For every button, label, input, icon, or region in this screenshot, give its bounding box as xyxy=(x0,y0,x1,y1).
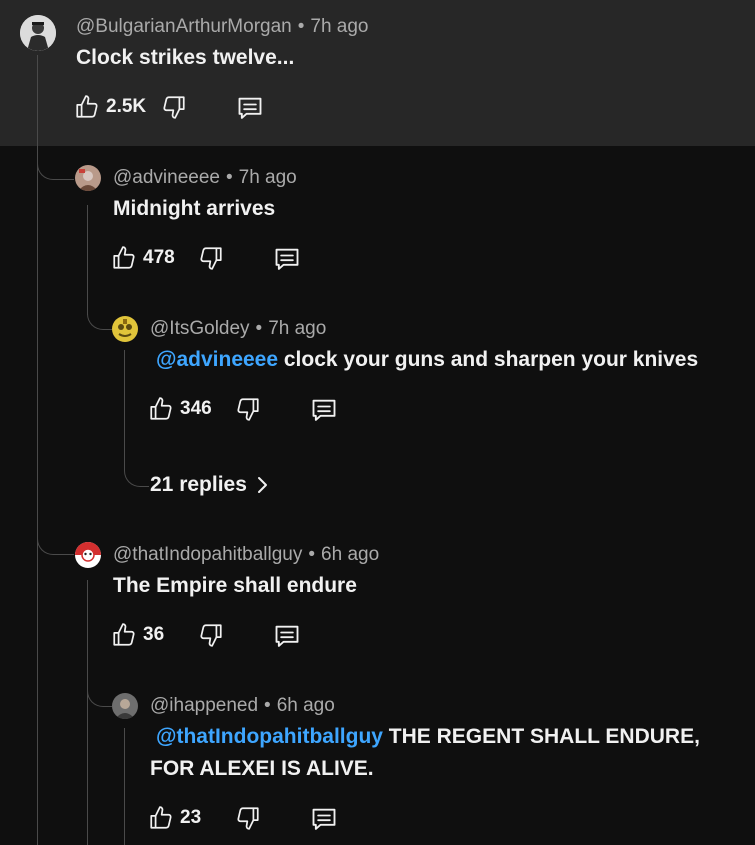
dislike-button[interactable] xyxy=(161,94,187,120)
thread-curve xyxy=(87,682,112,707)
author-handle[interactable]: @ihappened xyxy=(150,695,258,716)
thumbs-down-icon xyxy=(237,807,259,830)
thumbs-down-icon xyxy=(163,96,185,119)
reply-icon xyxy=(312,399,336,421)
thumbs-up-icon xyxy=(150,806,172,829)
thumbs-up-icon xyxy=(113,623,135,646)
thread-line-level3 xyxy=(124,728,125,845)
avatar[interactable] xyxy=(20,15,56,51)
comment-meta: @advineeee • 7h ago xyxy=(113,167,297,189)
dislike-button[interactable] xyxy=(235,396,261,422)
timestamp: 6h ago xyxy=(276,695,335,716)
mention-link[interactable]: @advineeee xyxy=(156,348,278,371)
reply-button[interactable] xyxy=(273,622,301,650)
reply-button[interactable] xyxy=(310,805,338,833)
mention-link[interactable]: @thatIndopahitballguy xyxy=(156,725,383,748)
like-button[interactable]: 23 xyxy=(148,805,201,831)
comment-body: clock your guns and sharpen your knives xyxy=(278,348,699,371)
like-button[interactable]: 478 xyxy=(111,245,175,271)
separator-dot: • xyxy=(308,544,316,565)
comment-meta: @ihappened • 6h ago xyxy=(150,695,335,717)
comment-meta: @ItsGoldey • 7h ago xyxy=(150,318,326,340)
dislike-button[interactable] xyxy=(235,805,261,831)
timestamp: 7h ago xyxy=(310,16,369,37)
comment-text: @thatIndopahitballguy THE REGENT SHALL E… xyxy=(150,721,710,785)
thread-curve xyxy=(124,350,149,487)
author-handle[interactable]: @thatIndopahitballguy xyxy=(113,544,302,565)
like-button[interactable]: 346 xyxy=(148,396,212,422)
reply-icon xyxy=(238,97,262,119)
author-handle[interactable]: @BulgarianArthurMorgan xyxy=(76,16,292,37)
like-count: 478 xyxy=(143,247,175,268)
thumbs-up-icon xyxy=(76,95,98,118)
chevron-right-icon xyxy=(257,477,267,493)
reply-icon xyxy=(275,625,299,647)
comment-text: Midnight arrives xyxy=(113,197,276,220)
thumbs-down-icon xyxy=(200,624,222,647)
thread-curve xyxy=(87,305,112,330)
reply-button[interactable] xyxy=(236,94,264,122)
avatar[interactable] xyxy=(112,316,138,342)
avatar[interactable] xyxy=(112,693,138,719)
view-replies-button[interactable]: 21 replies xyxy=(150,473,273,497)
like-button[interactable]: 2.5K xyxy=(74,94,146,120)
comment-text: @advineeee clock your guns and sharpen y… xyxy=(156,348,698,372)
author-handle[interactable]: @ItsGoldey xyxy=(150,318,250,339)
comment-body: THE REGENT SHALL ENDURE, xyxy=(382,725,700,748)
timestamp: 6h ago xyxy=(321,544,380,565)
thumbs-up-icon xyxy=(150,397,172,420)
reply-icon xyxy=(312,808,336,830)
comment-meta: @thatIndopahitballguy • 6h ago xyxy=(113,544,379,566)
avatar[interactable] xyxy=(75,542,101,568)
thumbs-down-icon xyxy=(200,247,222,270)
comment-text: Clock strikes twelve... xyxy=(76,46,295,69)
separator-dot: • xyxy=(255,318,263,339)
thread-line-level2 xyxy=(87,205,88,315)
thread-line-level2 xyxy=(87,580,88,845)
dislike-button[interactable] xyxy=(198,245,224,271)
like-count: 346 xyxy=(180,398,212,419)
thread-curve xyxy=(37,155,74,180)
like-count: 36 xyxy=(143,624,165,645)
separator-dot: • xyxy=(264,695,271,716)
dislike-button[interactable] xyxy=(198,622,224,648)
reply-button[interactable] xyxy=(273,245,301,273)
timestamp: 7h ago xyxy=(238,167,297,188)
like-count: 2.5K xyxy=(106,96,147,117)
reply-icon xyxy=(275,248,299,270)
separator-dot: • xyxy=(225,167,233,188)
thumbs-up-icon xyxy=(113,246,135,269)
comment-line: @thatIndopahitballguy THE REGENT SHALL E… xyxy=(150,721,710,753)
comment-text: The Empire shall endure xyxy=(113,574,357,597)
comment-line: FOR ALEXEI IS ALIVE. xyxy=(150,757,374,780)
comment-meta: @BulgarianArthurMorgan • 7h ago xyxy=(76,16,369,38)
replies-label: 21 replies xyxy=(150,473,247,496)
separator-dot: • xyxy=(297,16,305,37)
timestamp: 7h ago xyxy=(268,318,327,339)
thread-line-main xyxy=(37,55,38,845)
like-button[interactable]: 36 xyxy=(111,622,164,648)
reply-button[interactable] xyxy=(310,396,338,424)
author-handle[interactable]: @advineeee xyxy=(113,167,220,188)
avatar[interactable] xyxy=(75,165,101,191)
like-count: 23 xyxy=(180,807,202,828)
thumbs-down-icon xyxy=(237,398,259,421)
thread-curve xyxy=(37,530,74,555)
